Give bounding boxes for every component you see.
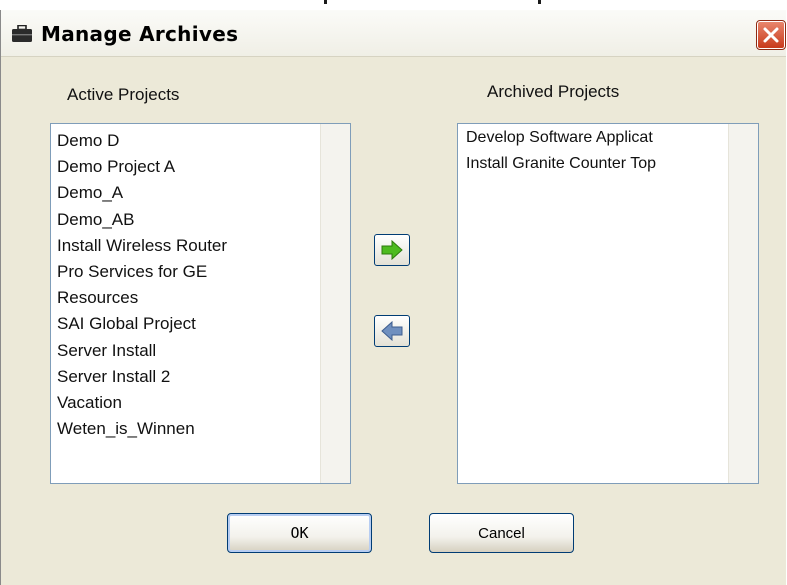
list-item[interactable]: Demo D [57, 128, 227, 154]
ok-button[interactable]: OK [227, 513, 372, 553]
archived-projects-list[interactable]: Develop Software Applicat Install Granit… [457, 123, 759, 484]
list-item[interactable]: Resources [57, 285, 227, 311]
list-item[interactable]: Demo Project A [57, 154, 227, 180]
list-item[interactable]: Install Granite Counter Top [466, 151, 656, 177]
cancel-button[interactable]: Cancel [429, 513, 574, 553]
strip-mark [324, 0, 327, 4]
list-item[interactable]: Demo_A [57, 180, 227, 206]
list-item[interactable]: Pro Services for GE [57, 259, 227, 285]
list-item[interactable]: Weten_is_Winnen [57, 416, 227, 442]
list-item[interactable]: Install Wireless Router [57, 233, 227, 259]
archived-projects-label: Archived Projects [487, 82, 620, 101]
active-projects-label: Active Projects [67, 85, 180, 104]
dialog-title: Manage Archives [41, 22, 239, 46]
briefcase-icon [11, 24, 33, 43]
list-item[interactable]: Demo_AB [57, 207, 227, 233]
active-projects-list[interactable]: Demo D Demo Project A Demo_A Demo_AB Ins… [50, 123, 351, 484]
strip-mark [538, 0, 541, 4]
title-bar[interactable]: Manage Archives [1, 10, 786, 57]
list-item[interactable]: Develop Software Applicat [466, 125, 656, 151]
restore-button[interactable] [374, 315, 410, 347]
scrollbar[interactable] [728, 124, 758, 483]
manage-archives-dialog: Manage Archives Active Projects Archived… [0, 10, 786, 585]
background-strip [0, 0, 787, 10]
list-item[interactable]: SAI Global Project [57, 311, 227, 337]
scrollbar[interactable] [320, 124, 350, 483]
list-item[interactable]: Server Install [57, 338, 227, 364]
list-item[interactable]: Vacation [57, 390, 227, 416]
close-button[interactable] [756, 20, 786, 50]
list-item[interactable]: Server Install 2 [57, 364, 227, 390]
archive-button[interactable] [374, 234, 410, 266]
